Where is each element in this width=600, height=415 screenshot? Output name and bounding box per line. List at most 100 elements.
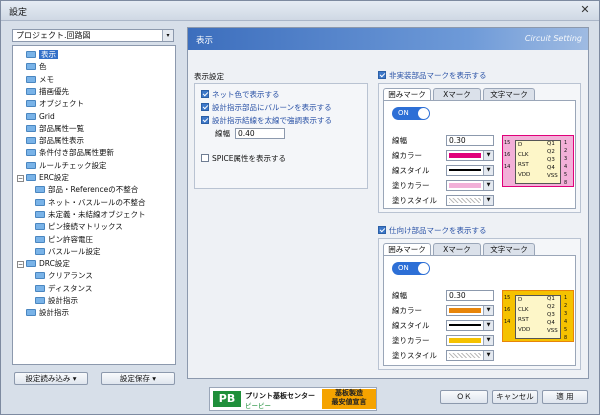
mark-row-label: 塗りスタイル <box>392 196 437 205</box>
cancel-button[interactable]: キャンセル <box>492 390 538 404</box>
mark-tab[interactable]: 文字マーク <box>483 88 535 100</box>
chip-pin: RST <box>518 162 529 168</box>
folder-icon <box>26 124 36 132</box>
collapse-icon[interactable]: − <box>17 175 24 182</box>
spice-label: SPICE属性を表示する <box>212 154 286 163</box>
tree-item-label: 描画優先 <box>39 86 69 96</box>
unmounted-mark-title: 非実装部品マークを表示する <box>389 71 487 80</box>
tree-item[interactable]: − ERC設定 <box>17 172 69 183</box>
width-input[interactable]: 0.40 <box>235 128 285 139</box>
tree-item[interactable]: 部品・Referenceの不整合 <box>35 184 138 195</box>
mark-row-label: 線幅 <box>392 291 407 300</box>
fill-style-select[interactable]: ▼ <box>446 195 494 206</box>
tree-item-label: ピン許容電圧 <box>48 234 93 244</box>
tree-item-label: ピン接続マトリックス <box>48 222 123 232</box>
tree-item[interactable]: 未定義・未結線オブジェクト <box>35 209 146 220</box>
tree-item[interactable]: オブジェクト <box>26 98 84 109</box>
tree-item[interactable]: − DRC設定 <box>17 258 70 269</box>
chevron-down-icon[interactable]: ▼ <box>483 351 493 360</box>
net-color-checkbox[interactable]: ネット色で表示する <box>201 90 280 100</box>
tree-item[interactable]: メモ <box>26 74 54 85</box>
fill-style-swatch <box>449 353 481 358</box>
tree-item[interactable]: 設計指示 <box>26 307 69 318</box>
balloon-checkbox[interactable]: 設計指示部品にバルーンを表示する <box>201 103 332 113</box>
line-style-select[interactable]: ▼ <box>446 320 494 331</box>
unmounted-mark-checkbox[interactable]: 非実装部品マークを表示する <box>378 71 487 81</box>
tree-item[interactable]: 描画優先 <box>26 86 69 97</box>
mark-row-label: 線カラー <box>392 151 422 160</box>
chip-pin-number: 3 <box>564 311 568 317</box>
chevron-down-icon[interactable]: ▼ <box>483 336 493 345</box>
chevron-down-icon[interactable]: ▼ <box>483 321 493 330</box>
tree-item[interactable]: クリアランス <box>35 270 93 281</box>
tree-item-label: メモ <box>39 74 54 84</box>
tree-item-label: ERC設定 <box>39 173 69 182</box>
folder-icon <box>26 112 36 120</box>
collapse-icon[interactable]: − <box>17 261 24 269</box>
line-color-select[interactable]: ▼ <box>446 305 494 316</box>
tree-item[interactable]: 表示 <box>26 49 58 60</box>
save-settings-button[interactable]: 設定保存 ▾ <box>101 372 175 385</box>
bold-line-checkbox[interactable]: 設計指示結線を太線で強調表示する <box>201 116 332 126</box>
tree-item[interactable]: 部品属性一覧 <box>26 123 84 134</box>
panel-subtitle: Circuit Setting <box>524 34 582 43</box>
tree-item-label: 表示 <box>39 50 58 59</box>
line-width-input[interactable]: 0.30 <box>446 135 494 146</box>
width-label: 線幅 <box>215 129 230 138</box>
chevron-down-icon[interactable]: ▼ <box>483 151 493 160</box>
fill-style-select[interactable]: ▼ <box>446 350 494 361</box>
mark-toggle[interactable]: ON <box>392 262 430 275</box>
mark-tab[interactable]: Xマーク <box>433 243 481 255</box>
fill-color-swatch <box>449 338 481 343</box>
chip-preview: D CLK RST VDD Q1 Q2 Q3 Q4 VSS 15 16 14 1 2 3 4 5 8 <box>502 290 574 342</box>
logo-banner: PB プリント基板センター ピーピー 基板製造 最安値宣言 <box>209 387 377 411</box>
tree-item-label: クリアランス <box>48 271 93 281</box>
tree-item[interactable]: バスルール設定 <box>35 246 101 257</box>
spice-checkbox[interactable]: SPICE属性を表示する <box>201 154 286 164</box>
chevron-down-icon[interactable]: ▼ <box>483 306 493 315</box>
check-icon <box>201 90 209 98</box>
line-style-select[interactable]: ▼ <box>446 165 494 176</box>
tree-item[interactable]: Grid <box>26 111 55 122</box>
tree-item[interactable]: ピン許容電圧 <box>35 234 93 245</box>
chevron-down-icon[interactable]: ▼ <box>483 196 493 205</box>
chevron-down-icon[interactable]: ▼ <box>483 181 493 190</box>
supplied-mark-checkbox[interactable]: 仕向け部品マークを表示する <box>378 226 487 236</box>
tree-item[interactable]: 設計指示 <box>35 295 78 306</box>
tree-item[interactable]: 条件付き部品属性更新 <box>26 147 114 158</box>
line-color-select[interactable]: ▼ <box>446 150 494 161</box>
check-icon <box>201 116 209 124</box>
chevron-down-icon[interactable]: ▾ <box>162 30 173 41</box>
load-settings-button[interactable]: 設定読み込み ▾ <box>14 372 88 385</box>
fill-color-select[interactable]: ▼ <box>446 180 494 191</box>
chevron-down-icon[interactable]: ▼ <box>483 166 493 175</box>
mark-row-label: 線幅 <box>392 136 407 145</box>
tree-item[interactable]: ルールチェック設定 <box>26 160 107 171</box>
window-title: 設定 <box>9 8 28 18</box>
fill-color-select[interactable]: ▼ <box>446 335 494 346</box>
close-icon[interactable]: ✕ <box>577 3 593 17</box>
folder-icon <box>26 51 36 58</box>
logo-badge1: 基板製造 <box>335 389 363 397</box>
tree-item[interactable]: ネット・バスルールの不整合 <box>35 197 146 208</box>
category-select[interactable]: プロジェクト.回路図 ▾ <box>12 29 174 42</box>
tree-item[interactable]: ディスタンス <box>35 283 92 294</box>
tree-item-label: バスルール設定 <box>48 246 101 256</box>
line-width-input[interactable]: 0.30 <box>446 290 494 301</box>
net-color-label: ネット色で表示する <box>212 90 280 99</box>
mark-tab[interactable]: Xマーク <box>433 88 481 100</box>
tree-item[interactable]: 部品属性表示 <box>26 135 84 146</box>
tree-item-label: オブジェクト <box>39 99 84 109</box>
tree-item[interactable]: ピン接続マトリックス <box>35 221 123 232</box>
chip-pin: VDD <box>518 327 531 333</box>
mark-tab[interactable]: 文字マーク <box>483 243 535 255</box>
chip-pin: VDD <box>518 172 531 178</box>
tree-item[interactable]: 色 <box>26 61 47 72</box>
chip-pin: Q1 <box>547 296 555 302</box>
check-icon <box>378 71 386 79</box>
apply-button[interactable]: 適 用 <box>542 390 588 404</box>
ok-button[interactable]: ＯＫ <box>440 390 488 404</box>
settings-window: 設定 ✕ プロジェクト.回路図 ▾ 表示色メモ 描画優先 オブジェクト Grid 部品属… <box>0 0 600 415</box>
mark-toggle[interactable]: ON <box>392 107 430 120</box>
folder-icon <box>35 297 45 304</box>
